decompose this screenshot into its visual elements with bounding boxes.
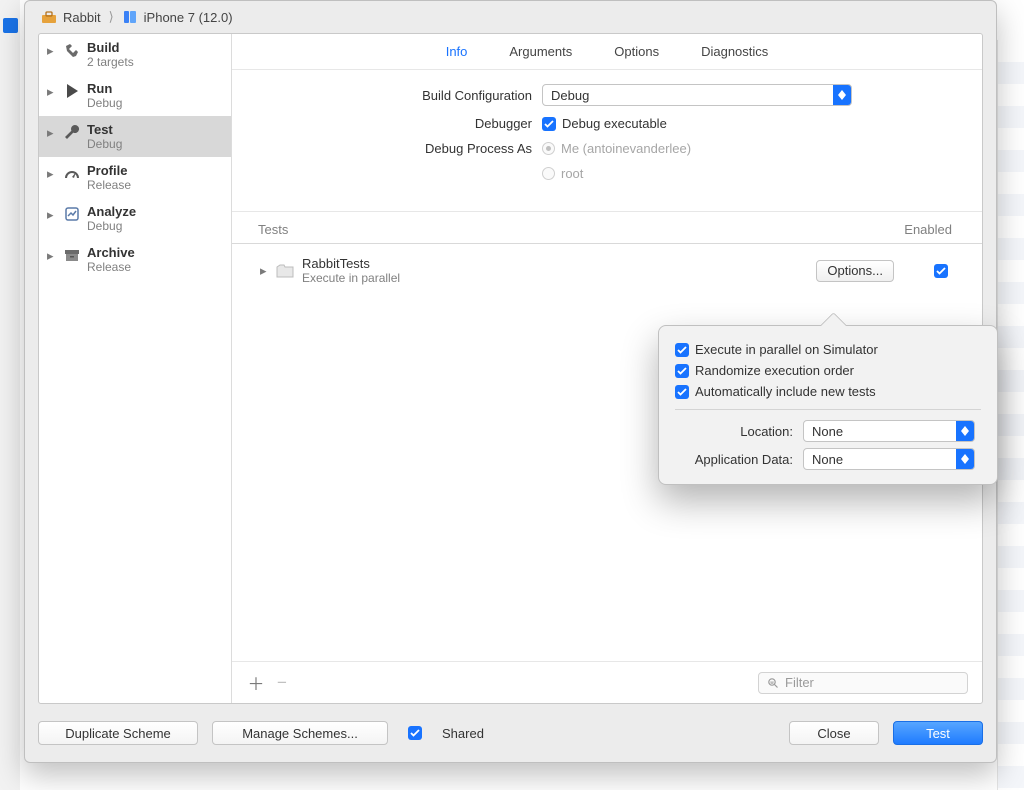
test-target-title: RabbitTests <box>302 256 816 271</box>
tests-header: Tests <box>258 222 288 237</box>
sidebar-action-test[interactable]: ▸ TestDebug <box>39 116 231 157</box>
shared-label: Shared <box>442 726 484 741</box>
randomize-execution-checkbox[interactable] <box>675 364 689 378</box>
disclosure-triangle-icon[interactable]: ▸ <box>260 263 270 279</box>
sidebar-action-build[interactable]: ▸ Build2 targets <box>39 34 231 75</box>
build-configuration-label: Build Configuration <box>252 88 542 103</box>
tabbar: Info Arguments Options Diagnostics <box>232 34 982 70</box>
analyze-icon <box>63 205 81 223</box>
tab-options[interactable]: Options <box>614 44 659 59</box>
sidebar-action-run[interactable]: ▸ RunDebug <box>39 75 231 116</box>
breadcrumb: Rabbit ⟩ iPhone 7 (12.0) <box>25 1 996 33</box>
disclosure-triangle-icon[interactable]: ▸ <box>47 125 57 141</box>
sidebar-action-profile[interactable]: ▸ ProfileRelease <box>39 157 231 198</box>
debug-executable-checkbox[interactable] <box>542 117 556 131</box>
test-options-popover: Execute in parallel on Simulator Randomi… <box>658 325 998 485</box>
build-icon <box>63 41 81 59</box>
disclosure-triangle-icon[interactable]: ▸ <box>47 166 57 182</box>
disclosure-triangle-icon[interactable]: ▸ <box>47 84 57 100</box>
scheme-icon <box>41 10 57 24</box>
enabled-header: Enabled <box>904 222 952 237</box>
randomize-execution-label: Randomize execution order <box>695 363 854 378</box>
auto-include-new-tests-label: Automatically include new tests <box>695 384 876 399</box>
select-stepper-icon <box>956 421 974 441</box>
tab-arguments[interactable]: Arguments <box>509 44 572 59</box>
test-bundle-icon <box>276 264 294 278</box>
test-button[interactable]: Test <box>893 721 983 745</box>
disclosure-triangle-icon[interactable]: ▸ <box>47 248 57 264</box>
test-options-button[interactable]: Options... <box>816 260 894 282</box>
disclosure-triangle-icon[interactable]: ▸ <box>47 207 57 223</box>
device-name[interactable]: iPhone 7 (12.0) <box>144 10 233 25</box>
filter-field[interactable]: Filter <box>758 672 968 694</box>
archive-icon <box>63 246 81 264</box>
debug-executable-label: Debug executable <box>562 116 667 131</box>
auto-include-new-tests-checkbox[interactable] <box>675 385 689 399</box>
debug-process-as-label: Debug Process As <box>252 141 542 156</box>
test-target-row[interactable]: ▸ RabbitTests Execute in parallel Option… <box>246 252 968 289</box>
manage-schemes-button[interactable]: Manage Schemes... <box>212 721 388 745</box>
wrench-icon <box>63 123 81 141</box>
radio-root-label: root <box>561 166 583 181</box>
debugger-label: Debugger <box>252 116 542 131</box>
close-button[interactable]: Close <box>789 721 879 745</box>
radio-root[interactable] <box>542 167 555 180</box>
add-test-button[interactable]: ＋ <box>246 670 266 695</box>
tab-info[interactable]: Info <box>446 44 468 59</box>
sidebar-action-archive[interactable]: ▸ ArchiveRelease <box>39 239 231 280</box>
select-stepper-icon <box>956 449 974 469</box>
tab-diagnostics[interactable]: Diagnostics <box>701 44 768 59</box>
duplicate-scheme-button[interactable]: Duplicate Scheme <box>38 721 198 745</box>
radio-me[interactable] <box>542 142 555 155</box>
build-configuration-select[interactable]: Debug <box>542 84 852 106</box>
shared-checkbox[interactable] <box>408 726 422 740</box>
test-enabled-checkbox[interactable] <box>934 264 948 278</box>
filter-icon <box>767 677 779 689</box>
remove-test-button[interactable]: − <box>272 673 292 693</box>
execute-in-parallel-checkbox[interactable] <box>675 343 689 357</box>
execute-in-parallel-label: Execute in parallel on Simulator <box>695 342 878 357</box>
location-select[interactable]: None <box>803 420 975 442</box>
chevron-right-icon: ⟩ <box>109 9 114 25</box>
radio-me-label: Me (antoinevanderlee) <box>561 141 691 156</box>
location-label: Location: <box>675 424 803 439</box>
application-data-select[interactable]: None <box>803 448 975 470</box>
play-icon <box>63 82 81 100</box>
gauge-icon <box>63 164 81 182</box>
test-target-subtitle: Execute in parallel <box>302 271 816 285</box>
scheme-actions-sidebar: ▸ Build2 targets ▸ RunDebug ▸ TestDebug … <box>39 34 232 703</box>
disclosure-triangle-icon[interactable]: ▸ <box>47 43 57 59</box>
scheme-name[interactable]: Rabbit <box>63 10 101 25</box>
select-stepper-icon <box>833 85 851 105</box>
sidebar-action-analyze[interactable]: ▸ AnalyzeDebug <box>39 198 231 239</box>
device-icon <box>122 10 138 24</box>
application-data-label: Application Data: <box>675 452 803 467</box>
